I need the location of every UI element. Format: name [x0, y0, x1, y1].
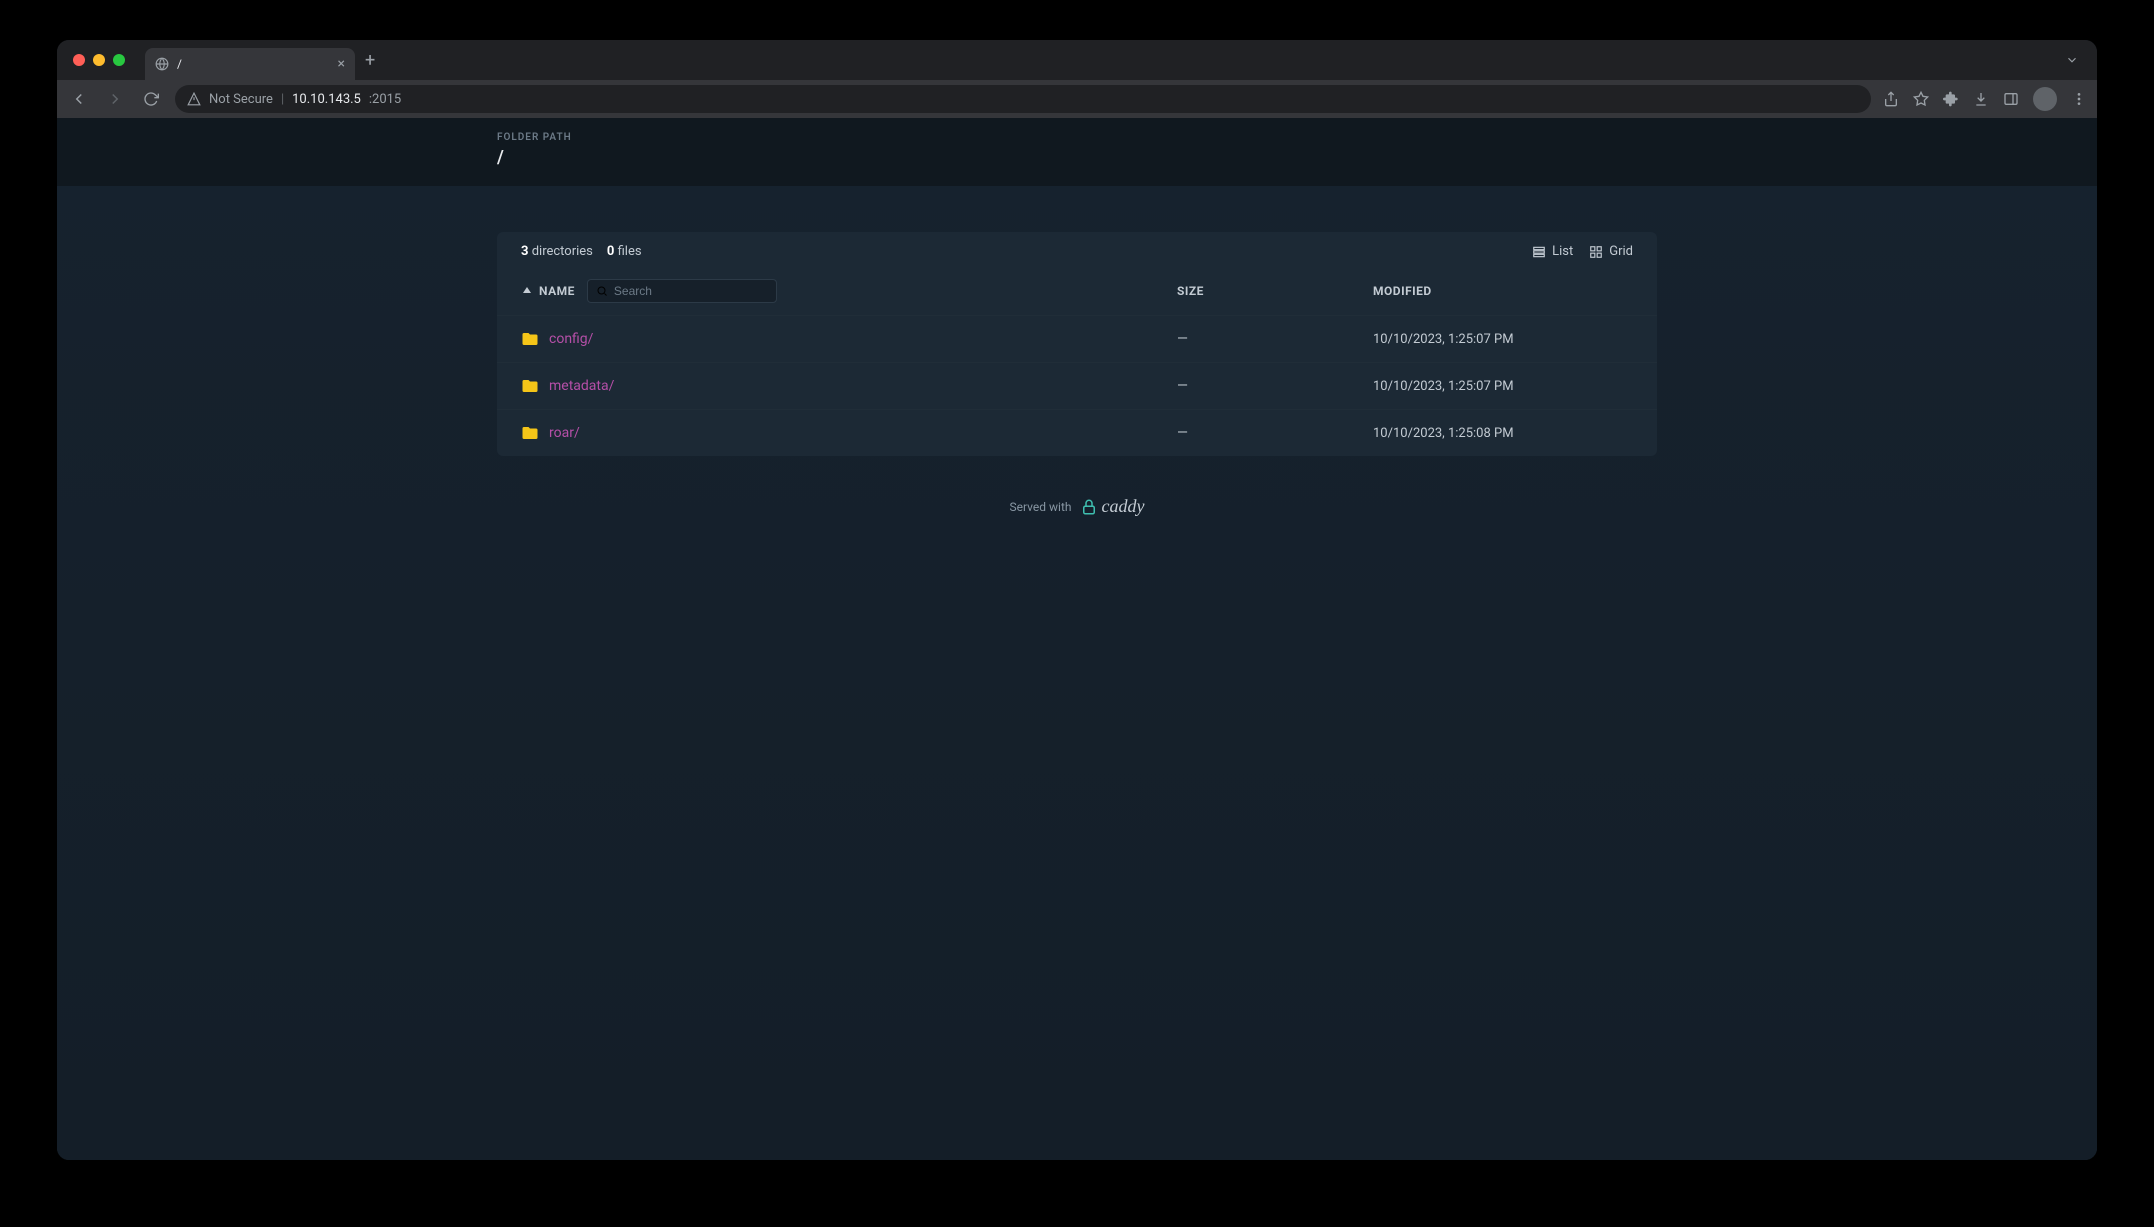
not-secure-label: Not Secure: [209, 92, 273, 107]
footer: Served with caddy: [497, 496, 1657, 517]
listing-header: 3 directories 0 files List Grid: [497, 232, 1657, 271]
row-modified: 10/10/2023, 1:25:07 PM: [1373, 332, 1633, 347]
folder-icon: [521, 424, 539, 442]
col-size-label[interactable]: SIZE: [1177, 284, 1357, 298]
page-content: FOLDER PATH / 3 directories 0 files List: [57, 118, 2097, 1160]
panel-icon[interactable]: [2003, 91, 2019, 107]
caddy-link[interactable]: caddy: [1080, 496, 1145, 517]
dir-count: 3: [521, 244, 528, 259]
browser-toolbar: Not Secure | 10.10.143.5 :2015: [57, 80, 2097, 118]
served-with-label: Served with: [1010, 500, 1072, 514]
row-size: —: [1177, 425, 1357, 441]
close-tab-button[interactable]: ×: [338, 56, 345, 72]
list-icon: [1532, 245, 1546, 259]
list-view-label: List: [1552, 244, 1573, 259]
dir-label: directories: [532, 244, 593, 259]
window-controls: [65, 54, 125, 66]
close-window-button[interactable]: [73, 54, 85, 66]
col-name-label: NAME: [539, 284, 575, 298]
downloads-icon[interactable]: [1973, 91, 1989, 107]
browser-tab[interactable]: / ×: [145, 48, 355, 80]
profile-avatar[interactable]: [2033, 87, 2057, 111]
forward-button[interactable]: [103, 90, 127, 108]
lock-icon: [1080, 498, 1098, 516]
back-button[interactable]: [67, 90, 91, 108]
address-bar[interactable]: Not Secure | 10.10.143.5 :2015: [175, 85, 1871, 113]
extensions-icon[interactable]: [1943, 91, 1959, 107]
row-name[interactable]: metadata/: [549, 378, 614, 394]
sort-name-button[interactable]: NAME: [521, 284, 575, 298]
row-name[interactable]: config/: [549, 331, 593, 347]
column-headers: NAME SIZE MODIFIED: [497, 271, 1657, 315]
maximize-window-button[interactable]: [113, 54, 125, 66]
grid-view-button[interactable]: Grid: [1589, 244, 1633, 259]
file-count: 0: [607, 244, 614, 259]
row-modified: 10/10/2023, 1:25:08 PM: [1373, 426, 1633, 441]
caddy-name: caddy: [1102, 496, 1145, 517]
folder-path-value: /: [497, 147, 1657, 168]
list-view-button[interactable]: List: [1532, 244, 1573, 259]
row-modified: 10/10/2023, 1:25:07 PM: [1373, 379, 1633, 394]
file-listing: 3 directories 0 files List Grid: [497, 232, 1657, 456]
minimize-window-button[interactable]: [93, 54, 105, 66]
toolbar-icons: [1883, 87, 2087, 111]
grid-icon: [1589, 245, 1603, 259]
share-icon[interactable]: [1883, 91, 1899, 107]
row-name[interactable]: roar/: [549, 425, 580, 441]
col-modified-label[interactable]: MODIFIED: [1373, 284, 1633, 298]
not-secure-icon: [187, 92, 201, 106]
search-input[interactable]: [614, 284, 768, 298]
table-row[interactable]: config/ — 10/10/2023, 1:25:07 PM: [497, 315, 1657, 362]
search-wrap: [587, 279, 777, 303]
search-icon: [596, 285, 608, 297]
table-row[interactable]: metadata/ — 10/10/2023, 1:25:07 PM: [497, 362, 1657, 409]
row-size: —: [1177, 378, 1357, 394]
grid-view-label: Grid: [1609, 244, 1633, 259]
folder-path-bar: FOLDER PATH /: [57, 118, 2097, 186]
browser-window: / × + Not Secure | 10.10.143.5 :2015: [57, 40, 2097, 1160]
folder-icon: [521, 377, 539, 395]
folder-icon: [521, 330, 539, 348]
counts: 3 directories 0 files: [521, 244, 642, 259]
row-size: —: [1177, 331, 1357, 347]
globe-icon: [155, 57, 169, 71]
url-port: :2015: [369, 92, 401, 107]
sort-asc-icon: [521, 285, 533, 297]
url-host: 10.10.143.5: [292, 92, 361, 107]
bookmark-icon[interactable]: [1913, 91, 1929, 107]
menu-icon[interactable]: [2071, 91, 2087, 107]
folder-path-label: FOLDER PATH: [497, 132, 1657, 143]
table-row[interactable]: roar/ — 10/10/2023, 1:25:08 PM: [497, 409, 1657, 456]
reload-button[interactable]: [139, 91, 163, 107]
new-tab-button[interactable]: +: [355, 50, 385, 71]
file-label: files: [618, 244, 642, 259]
address-divider: |: [281, 92, 284, 107]
tab-title: /: [177, 57, 182, 71]
tabs-dropdown-button[interactable]: [2065, 53, 2089, 67]
tab-bar: / × +: [57, 40, 2097, 80]
